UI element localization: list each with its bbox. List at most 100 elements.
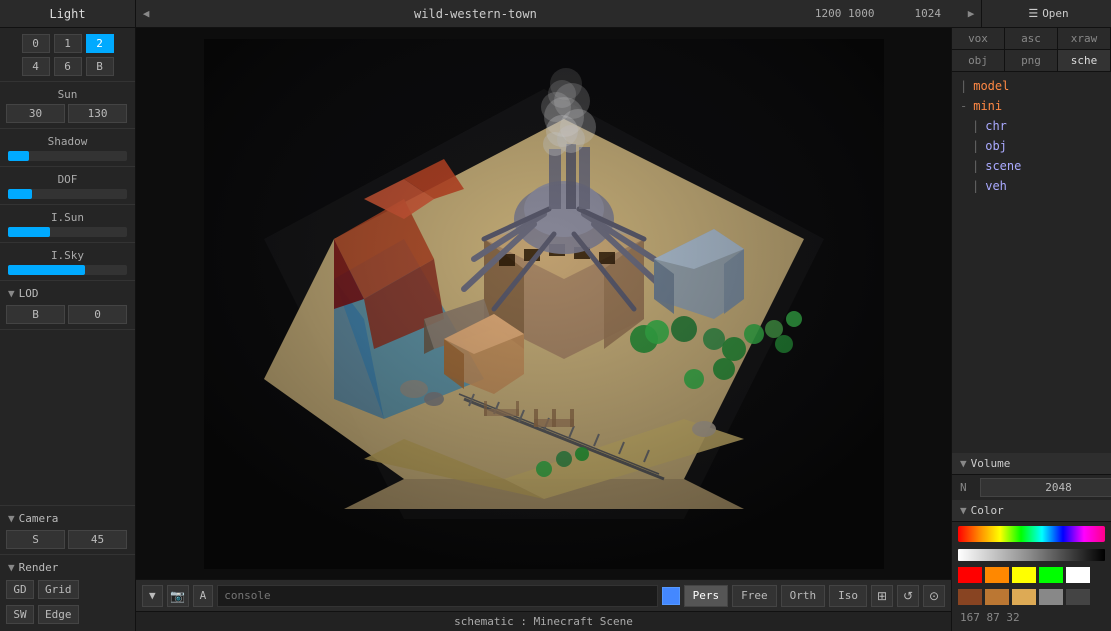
sun-val2[interactable] xyxy=(68,104,127,123)
render-section-header[interactable]: ▼ Render xyxy=(0,558,135,577)
color-swatch-gold[interactable] xyxy=(1012,589,1036,605)
color-bw-bar[interactable] xyxy=(958,549,1105,561)
tree-label-model: model xyxy=(973,79,1009,93)
camera-val-field[interactable] xyxy=(68,530,127,549)
color-values-row: 167 87 32 xyxy=(952,608,1111,627)
status-text: schematic : Minecraft Scene xyxy=(454,615,633,628)
nav-right-button[interactable]: ▶ xyxy=(961,0,981,27)
sun-val1[interactable] xyxy=(6,104,65,123)
tree-item-chr[interactable]: | chr xyxy=(952,116,1111,136)
color-gradient-bar[interactable] xyxy=(952,522,1111,546)
lod-b-field[interactable] xyxy=(6,305,65,324)
tree-item-scene[interactable]: | scene xyxy=(952,156,1111,176)
render-gd-btn[interactable]: GD xyxy=(6,580,34,599)
color-swatch-green[interactable] xyxy=(1039,567,1063,583)
shadow-slider[interactable] xyxy=(0,149,135,163)
tab-sche[interactable]: sche xyxy=(1058,50,1111,71)
color-swatch-row2 xyxy=(952,586,1111,608)
isun-slider[interactable] xyxy=(0,225,135,239)
volume-section-header[interactable]: ▼ Volume xyxy=(952,453,1111,475)
console-input[interactable] xyxy=(217,585,657,607)
tree-item-veh[interactable]: | veh xyxy=(952,176,1111,196)
render-sw-btn[interactable]: SW xyxy=(6,605,34,624)
render-options-row: GD Grid xyxy=(0,577,135,602)
num-btn-b[interactable]: B xyxy=(86,57,114,76)
color-section-header[interactable]: ▼ Color xyxy=(952,500,1111,522)
sun-label: Sun xyxy=(0,85,135,102)
pers-btn[interactable]: Pers xyxy=(684,585,729,607)
render-grid-btn[interactable]: Grid xyxy=(38,580,79,599)
volume-n-label: N xyxy=(960,481,974,494)
iso-btn[interactable]: Iso xyxy=(829,585,867,607)
color-swatch-orange[interactable] xyxy=(985,567,1009,583)
left-panel: 0 1 2 4 6 B Sun Shadow DOF I. xyxy=(0,28,136,631)
tree-label-scene: scene xyxy=(985,159,1021,173)
num-btn-6[interactable]: 6 xyxy=(54,57,82,76)
num-btn-1[interactable]: 1 xyxy=(54,34,82,53)
blue-square-indicator xyxy=(662,587,680,605)
bottom-toolbar: ▼ 📷 A Pers Free Orth Iso ⊞ ↺ ⊙ xyxy=(136,579,951,611)
num-btn-4[interactable]: 4 xyxy=(22,57,50,76)
right-panel: vox asc xraw obj png sche | model - mini… xyxy=(951,28,1111,631)
color-swatch-row xyxy=(952,564,1111,586)
num-btn-2[interactable]: 2 xyxy=(86,34,114,53)
reset-view-btn[interactable]: ↺ xyxy=(897,585,919,607)
isky-slider[interactable] xyxy=(0,263,135,277)
shadow-label: Shadow xyxy=(0,132,135,149)
view-a-btn[interactable]: A xyxy=(193,585,214,607)
tree-item-mini[interactable]: - mini xyxy=(952,96,1111,116)
extra-btn[interactable]: ⊙ xyxy=(923,585,945,607)
voxel-scene xyxy=(136,28,951,579)
isky-label: I.Sky xyxy=(0,246,135,263)
volume-label: Volume xyxy=(971,457,1011,470)
tab-png[interactable]: png xyxy=(1005,50,1058,71)
scene-num: 1024 xyxy=(895,7,962,20)
color-label: Color xyxy=(971,504,1004,517)
tree-item-obj[interactable]: | obj xyxy=(952,136,1111,156)
num-buttons-row: 0 1 2 xyxy=(0,32,135,55)
volume-row: N xyxy=(952,475,1111,500)
volume-value-input[interactable] xyxy=(980,478,1111,497)
lod-val-field[interactable] xyxy=(68,305,127,324)
open-button[interactable]: ☰ Open xyxy=(981,0,1111,27)
color-swatch-red[interactable] xyxy=(958,567,982,583)
menu-icon: ☰ xyxy=(1028,7,1038,20)
lod-values-row xyxy=(0,303,135,326)
num-btn-0[interactable]: 0 xyxy=(22,34,50,53)
dropdown-arrow-btn[interactable]: ▼ xyxy=(142,585,163,607)
camera-s-field[interactable] xyxy=(6,530,65,549)
color-bw-row xyxy=(952,546,1111,564)
scene-dims: 1200 1000 xyxy=(795,7,895,20)
color-swatch-white[interactable] xyxy=(1066,567,1090,583)
nav-left-button[interactable]: ◀ xyxy=(136,0,156,27)
right-tab-row-1: vox asc xraw xyxy=(952,28,1111,50)
free-btn[interactable]: Free xyxy=(732,585,777,607)
color-swatch-tan[interactable] xyxy=(985,589,1009,605)
render-edge-btn[interactable]: Edge xyxy=(38,605,79,624)
camera-section-header[interactable]: ▼ Camera xyxy=(0,509,135,528)
camera-btn[interactable]: 📷 xyxy=(167,585,189,607)
color-swatch-yellow[interactable] xyxy=(1012,567,1036,583)
color-swatch-brown[interactable] xyxy=(958,589,982,605)
tree-pipe-scene-icon: | xyxy=(972,159,979,173)
tab-vox[interactable]: vox xyxy=(952,28,1005,49)
camera-icon: 📷 xyxy=(170,589,185,603)
camera-arrow-icon: ▼ xyxy=(8,512,15,525)
tab-obj[interactable]: obj xyxy=(952,50,1005,71)
tree-item-model[interactable]: | model xyxy=(952,76,1111,96)
tree-dash-icon: - xyxy=(960,99,967,113)
color-rgb-value: 167 87 32 xyxy=(960,611,1020,624)
tree-label-veh: veh xyxy=(985,179,1007,193)
dof-slider[interactable] xyxy=(0,187,135,201)
right-tab-row-2: obj png sche xyxy=(952,50,1111,72)
orth-btn[interactable]: Orth xyxy=(781,585,826,607)
color-swatch-gray[interactable] xyxy=(1039,589,1063,605)
tab-asc[interactable]: asc xyxy=(1005,28,1058,49)
lod-section-header[interactable]: ▼ LOD xyxy=(0,284,135,303)
tab-xraw[interactable]: xraw xyxy=(1058,28,1111,49)
grid-view-btn[interactable]: ⊞ xyxy=(871,585,893,607)
color-swatch-dark[interactable] xyxy=(1066,589,1090,605)
tree-pipe-chr-icon: | xyxy=(972,119,979,133)
main-content: 0 1 2 4 6 B Sun Shadow DOF I. xyxy=(0,28,1111,631)
viewport[interactable] xyxy=(136,28,951,579)
